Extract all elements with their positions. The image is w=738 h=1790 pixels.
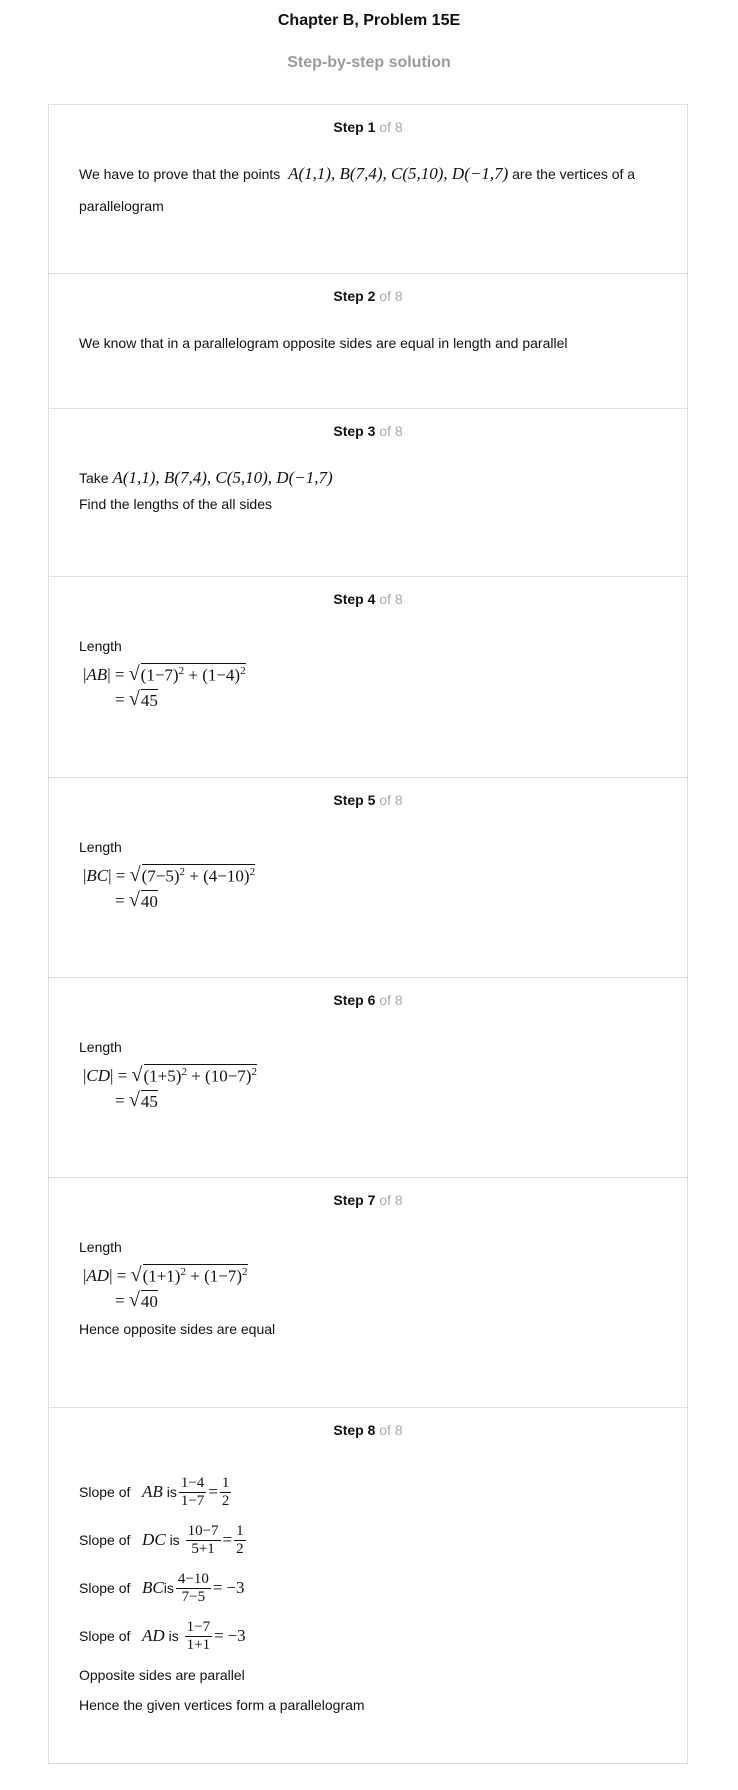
step-of-label: of 8 [379,288,403,304]
sqrt-symbol: √ [131,1064,143,1086]
slope-fraction: 1−7 1+1 [184,1618,213,1653]
segment-name: AB [86,664,108,684]
step-label: Step 5 [333,792,376,808]
conclusion-final: Hence the given vertices form a parallel… [79,1697,365,1713]
step-4: Step 4 of 8 Length | AB | = √ (1−7)2 + (1−… [49,576,687,777]
slope-row-bc: Slope of BC is 4−10 7−5 = −3 [79,1570,245,1605]
step-header: Step 7 of 8 [49,1192,687,1208]
step-8: Step 8 of 8 Slope of AB is 1−4 1−7 = 1 2… [49,1407,687,1763]
segment-name: BC [142,1578,164,1597]
length-label: Length [79,1239,122,1255]
result-value: 45 [140,1089,158,1111]
step-of-label: of 8 [379,119,403,135]
intro-text: We have to prove that the points [79,166,281,182]
radicand: (7−5)2 + (4−10)2 [141,864,256,886]
step-header: Step 3 of 8 [49,423,687,439]
sqrt-symbol: √ [130,1264,142,1286]
length-label: Length [79,638,122,654]
step-label: Step 2 [333,288,376,304]
step-text: Find the lengths of the all sides [79,496,273,512]
points-expression: A(1,1), B(7,4), C(5,10), D(−1,7) [112,468,333,487]
conclusion-text: Hence opposite sides are equal [79,1321,276,1337]
segment-name: AD [142,1626,165,1645]
segment-name: CD [86,1065,111,1085]
step-label: Step 3 [333,423,376,439]
result-value: 45 [140,688,158,710]
step-text: We have to prove that the points A(1,1),… [79,165,687,183]
step-text-cont: parallelogram [79,198,164,214]
step-header: Step 1 of 8 [49,119,687,135]
step-of-label: of 8 [379,423,403,439]
step-header: Step 2 of 8 [49,288,687,304]
sqrt-symbol: √ [128,663,140,685]
step-header: Step 8 of 8 [49,1422,687,1438]
segment-name: AD [86,1265,110,1285]
step-of-label: of 8 [379,792,403,808]
step-label: Step 1 [333,119,376,135]
distance-result: = √ 40 [115,1289,158,1311]
take-text: Take [79,470,109,486]
step-header: Step 6 of 8 [49,992,687,1008]
sqrt-symbol: √ [128,889,140,911]
conclusion-parallel: Opposite sides are parallel [79,1667,245,1683]
slope-value: −3 [227,1626,246,1645]
slope-row-dc: Slope of DC is 10−7 5+1 = 1 2 [79,1522,246,1557]
step-of-label: of 8 [379,1192,403,1208]
step-of-label: of 8 [379,992,403,1008]
slope-value: 1 2 [234,1522,246,1557]
step-header: Step 4 of 8 [49,591,687,607]
step-1: Step 1 of 8 We have to prove that the po… [49,105,687,273]
step-6: Step 6 of 8 Length | CD | = √ (1+5)2 + (10… [49,977,687,1177]
distance-formula: | AB | = √ (1−7)2 + (1−4)2 [83,663,246,685]
slope-row-ab: Slope of AB is 1−4 1−7 = 1 2 [79,1474,232,1509]
radicand: (1+5)2 + (10−7)2 [143,1064,257,1086]
step-5: Step 5 of 8 Length | BC | = √ (7−5)2 + (4−… [49,777,687,977]
step-label: Step 4 [333,591,376,607]
segment-name: DC [142,1530,166,1549]
step-header: Step 5 of 8 [49,792,687,808]
distance-formula: | BC | = √ (7−5)2 + (4−10)2 [83,864,256,886]
sqrt-symbol: √ [128,688,140,710]
page-subtitle: Step-by-step solution [287,54,451,71]
take-line: Take A(1,1), B(7,4), C(5,10), D(−1,7) [79,469,687,487]
slope-fraction: 10−7 5+1 [185,1522,221,1557]
distance-formula: | AD | = √ (1+1)2 + (1−7)2 [83,1264,248,1286]
length-label: Length [79,1039,122,1055]
slope-value: −3 [226,1578,245,1597]
length-label: Length [79,839,122,855]
step-label: Step 6 [333,992,376,1008]
radicand: (1−7)2 + (1−4)2 [140,663,246,685]
slope-fraction: 4−10 7−5 [175,1570,211,1605]
step-of-label: of 8 [379,591,403,607]
points-expression: A(1,1), B(7,4), C(5,10), D(−1,7) [288,164,509,183]
segment-name: AB [142,1482,163,1501]
sqrt-symbol: √ [128,1089,140,1111]
step-7: Step 7 of 8 Length | AD | = √ (1+1)2 + (1−… [49,1177,687,1407]
result-value: 40 [140,1289,158,1311]
slope-row-ad: Slope of AD is 1−7 1+1 = −3 [79,1618,246,1653]
step-of-label: of 8 [379,1422,403,1438]
after-text: are the vertices of a [512,166,636,182]
sqrt-symbol: √ [128,1289,140,1311]
page-title: Chapter B, Problem 15E [277,12,461,29]
distance-result: = √ 45 [115,1089,158,1111]
slope-fraction: 1−4 1−7 [178,1474,207,1509]
sqrt-symbol: √ [129,864,141,886]
step-3: Step 3 of 8 Take A(1,1), B(7,4), C(5,10)… [49,408,687,576]
step-2: Step 2 of 8 We know that in a parallelog… [49,273,687,408]
radicand: (1+1)2 + (1−7)2 [142,1264,248,1286]
step-text: We know that in a parallelogram opposite… [79,335,568,351]
slope-value: 1 2 [219,1474,232,1509]
result-value: 40 [140,889,158,911]
distance-result: = √ 40 [115,889,158,911]
step-label: Step 7 [333,1192,376,1208]
segment-name: BC [86,865,109,885]
steps-list: Step 1 of 8 We have to prove that the po… [48,104,688,1764]
step-label: Step 8 [333,1422,376,1438]
distance-formula: | CD | = √ (1+5)2 + (10−7)2 [83,1064,257,1086]
distance-result: = √ 45 [115,688,158,710]
